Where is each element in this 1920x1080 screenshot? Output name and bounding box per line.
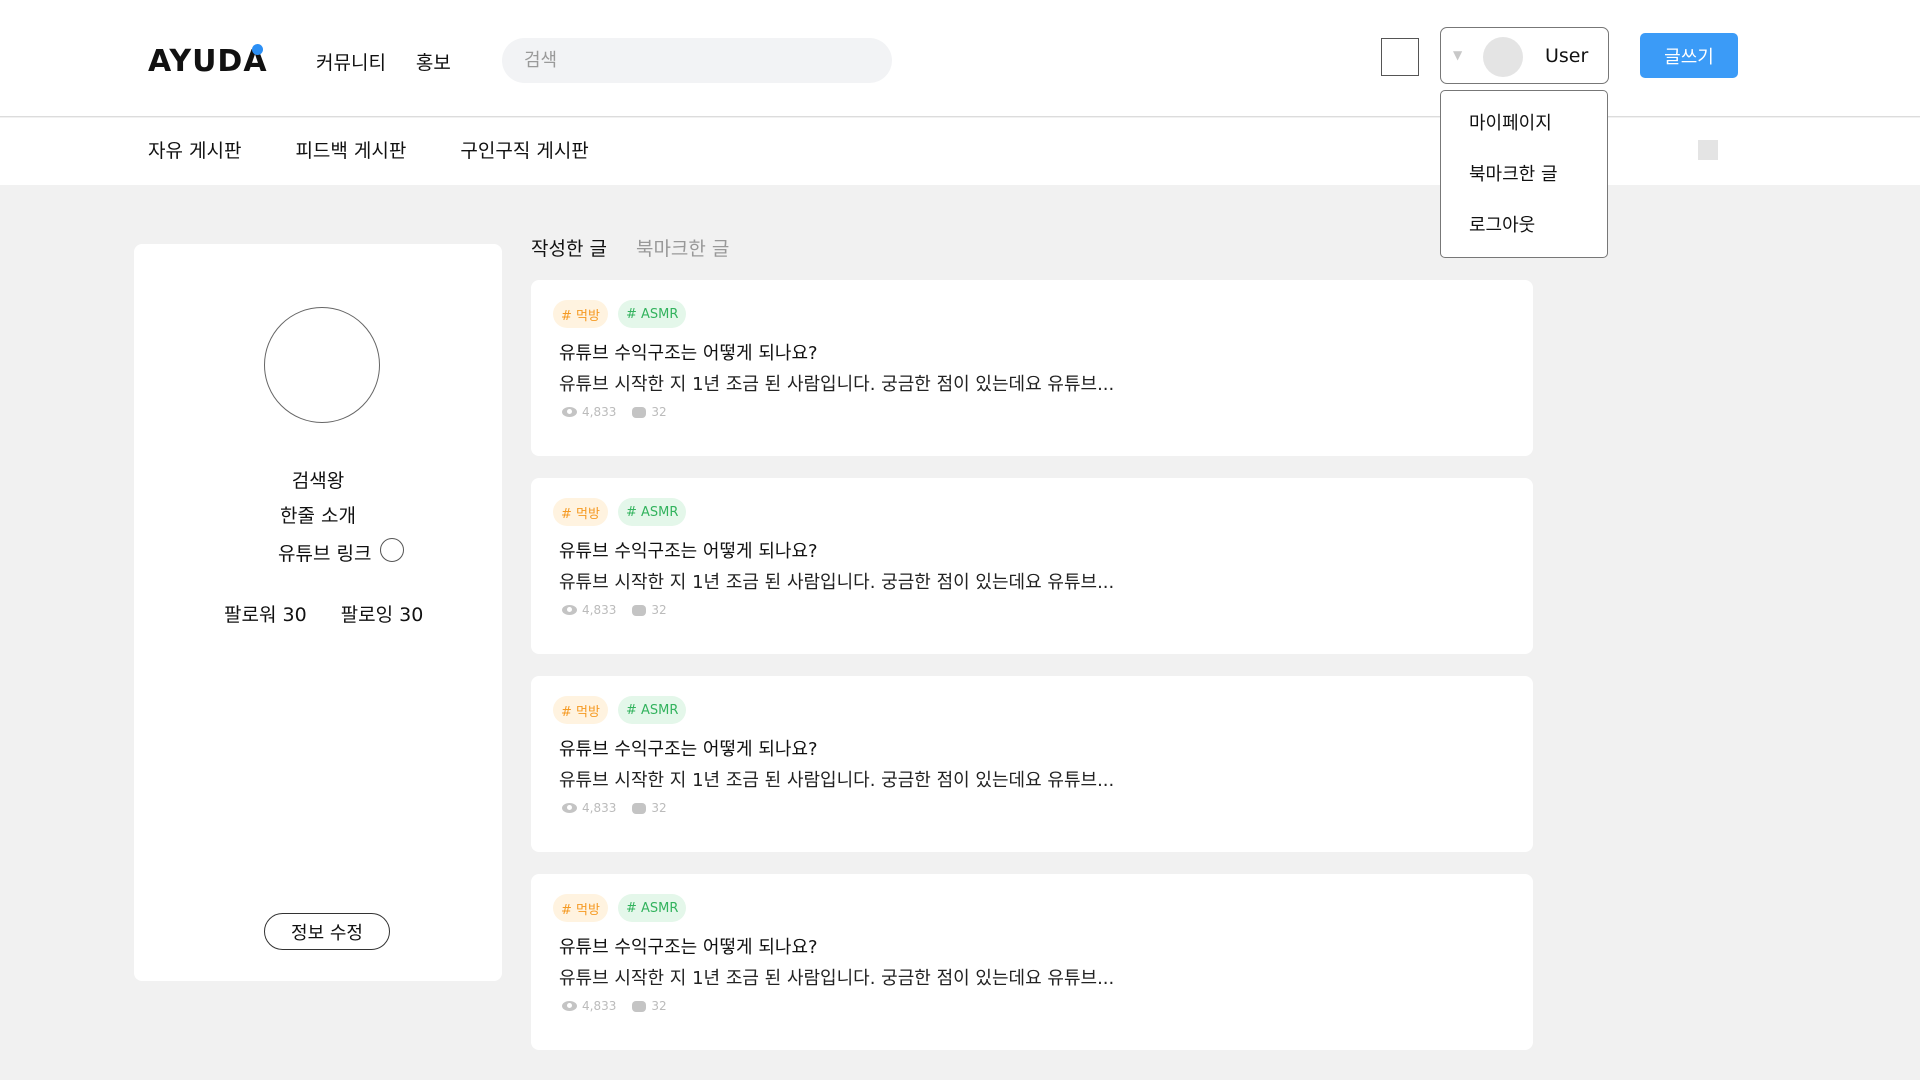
- menu-item-logout[interactable]: 로그아웃: [1469, 211, 1535, 237]
- eye-icon: [562, 803, 577, 813]
- post-card[interactable]: # 먹방 # ASMR 유튜브 수익구조는 어떻게 되나요? 유튜브 시작한 지…: [531, 874, 1533, 1050]
- board-free[interactable]: 자유 게시판: [148, 136, 241, 163]
- profile-intro: 한줄 소개: [280, 505, 356, 527]
- post-card[interactable]: # 먹방 # ASMR 유튜브 수익구조는 어떻게 되나요? 유튜브 시작한 지…: [531, 280, 1533, 456]
- board-nav: 자유 게시판 피드백 게시판 구인구직 게시판: [0, 118, 1920, 185]
- profile-name: 검색왕: [291, 470, 345, 492]
- placeholder-icon: [1698, 140, 1718, 160]
- tag-mukbang[interactable]: # 먹방: [553, 300, 608, 328]
- nav-community[interactable]: 커뮤니티: [316, 48, 386, 75]
- tag-asmr[interactable]: # ASMR: [617, 498, 687, 526]
- search-input[interactable]: [502, 38, 892, 83]
- post-title[interactable]: 유튜브 수익구조는 어떻게 되나요?: [559, 537, 818, 563]
- tab-written[interactable]: 작성한 글: [531, 234, 607, 261]
- view-count: 4,833: [582, 405, 617, 419]
- notification-button[interactable]: [1381, 38, 1419, 76]
- tag-asmr[interactable]: # ASMR: [617, 894, 687, 922]
- view-count: 4,833: [582, 999, 617, 1013]
- write-button[interactable]: 글쓰기: [1640, 33, 1738, 78]
- post-tabs: 작성한 글 북마크한 글: [531, 234, 729, 261]
- top-nav: 커뮤니티 홍보: [316, 48, 451, 75]
- post-title[interactable]: 유튜브 수익구조는 어떻게 되나요?: [559, 735, 818, 761]
- comment-count: 32: [651, 405, 667, 419]
- tag-mukbang[interactable]: # 먹방: [553, 696, 608, 724]
- profile-avatar: [264, 307, 380, 423]
- logo[interactable]: AYUDA: [148, 44, 268, 79]
- board-jobs[interactable]: 구인구직 게시판: [460, 136, 588, 163]
- nav-promotion[interactable]: 홍보: [416, 48, 451, 75]
- menu-item-mypage[interactable]: 마이페이지: [1469, 109, 1552, 135]
- eye-icon: [562, 407, 577, 417]
- comment-icon: [632, 604, 647, 616]
- tag-mukbang[interactable]: # 먹방: [553, 498, 608, 526]
- tag-asmr[interactable]: # ASMR: [617, 696, 687, 724]
- tab-bookmarked[interactable]: 북마크한 글: [636, 234, 729, 261]
- youtube-link[interactable]: 유튜브 링크: [278, 539, 371, 566]
- eye-icon: [562, 605, 577, 615]
- post-excerpt: 유튜브 시작한 지 1년 조금 된 사람입니다. 궁금한 점이 있는데요 유튜브…: [559, 770, 1115, 791]
- comment-icon: [632, 406, 647, 418]
- view-count: 4,833: [582, 603, 617, 617]
- menu-item-bookmarks[interactable]: 북마크한 글: [1469, 160, 1558, 186]
- post-card[interactable]: # 먹방 # ASMR 유튜브 수익구조는 어떻게 되나요? 유튜브 시작한 지…: [531, 676, 1533, 852]
- header: AYUDA 커뮤니티 홍보 ▼ User 글쓰기: [0, 0, 1920, 117]
- post-excerpt: 유튜브 시작한 지 1년 조금 된 사람입니다. 궁금한 점이 있는데요 유튜브…: [559, 374, 1115, 395]
- user-dropdown: 마이페이지 북마크한 글 로그아웃: [1440, 90, 1608, 258]
- view-count: 4,833: [582, 801, 617, 815]
- post-excerpt: 유튜브 시작한 지 1년 조금 된 사람입니다. 궁금한 점이 있는데요 유튜브…: [559, 572, 1115, 593]
- post-excerpt: 유튜브 시작한 지 1년 조금 된 사람입니다. 궁금한 점이 있는데요 유튜브…: [559, 968, 1115, 989]
- comment-count: 32: [651, 999, 667, 1013]
- followers-count[interactable]: 팔로워 30: [224, 600, 307, 627]
- comment-icon: [632, 1000, 647, 1012]
- post-title[interactable]: 유튜브 수익구조는 어떻게 되나요?: [559, 933, 818, 959]
- post-title[interactable]: 유튜브 수익구조는 어떻게 되나요?: [559, 339, 818, 365]
- chevron-down-icon: ▼: [1453, 48, 1463, 62]
- tag-mukbang[interactable]: # 먹방: [553, 894, 608, 922]
- board-feedback[interactable]: 피드백 게시판: [295, 136, 406, 163]
- link-icon[interactable]: [380, 538, 404, 562]
- logo-dot-icon: [252, 44, 263, 55]
- eye-icon: [562, 1001, 577, 1011]
- tag-asmr[interactable]: # ASMR: [617, 300, 687, 328]
- profile-card: 검색왕 한줄 소개 유튜브 링크 팔로워 30 팔로잉 30 정보 수정: [134, 244, 502, 981]
- avatar: [1483, 37, 1523, 77]
- follow-stats: 팔로워 30 팔로잉 30: [224, 600, 423, 627]
- user-menu-button[interactable]: ▼ User: [1440, 27, 1609, 84]
- post-card[interactable]: # 먹방 # ASMR 유튜브 수익구조는 어떻게 되나요? 유튜브 시작한 지…: [531, 478, 1533, 654]
- edit-profile-button[interactable]: 정보 수정: [264, 913, 390, 950]
- following-count[interactable]: 팔로잉 30: [341, 600, 424, 627]
- user-name: User: [1545, 45, 1589, 67]
- comment-count: 32: [651, 603, 667, 617]
- comment-count: 32: [651, 801, 667, 815]
- comment-icon: [632, 802, 647, 814]
